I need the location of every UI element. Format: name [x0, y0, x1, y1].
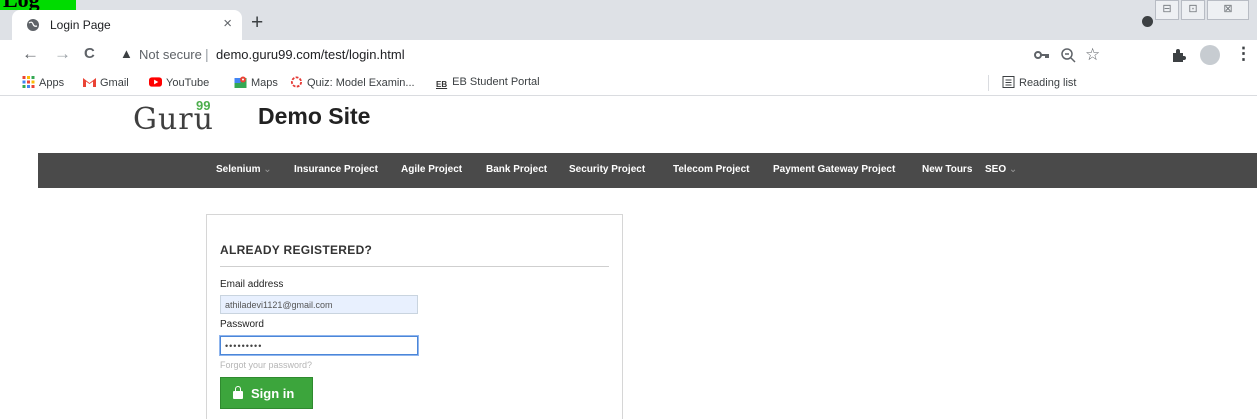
- nav-agile-project[interactable]: Agile Project: [401, 164, 462, 175]
- warning-icon: ▲: [120, 46, 133, 61]
- divider: [220, 266, 609, 267]
- avatar-icon[interactable]: [1200, 45, 1220, 65]
- main-nav: Selenium ⌄ Insurance Project Agile Proje…: [38, 153, 1257, 188]
- lock-icon: [233, 385, 243, 399]
- nav-insurance-project[interactable]: Insurance Project: [294, 164, 378, 175]
- bookmark-youtube[interactable]: YouTube: [149, 76, 209, 89]
- minimize-icon[interactable]: ⊟: [1155, 0, 1179, 20]
- tab-title: Login Page: [50, 18, 111, 32]
- profile-indicator-icon[interactable]: [1142, 16, 1153, 27]
- bookmark-gmail[interactable]: Gmail: [83, 76, 129, 89]
- zoom-icon[interactable]: [1060, 47, 1076, 63]
- bookmarks-bar: Apps Gmail YouTube Maps Quiz: Model Exam…: [0, 70, 1257, 96]
- nav-bank-project[interactable]: Bank Project: [486, 164, 547, 175]
- forward-icon[interactable]: →: [54, 44, 71, 64]
- restore-icon[interactable]: ⊡: [1181, 0, 1205, 20]
- back-icon[interactable]: ←: [22, 44, 39, 64]
- nav-payment-gateway-project[interactable]: Payment Gateway Project: [773, 164, 895, 175]
- globe-icon: [27, 19, 39, 31]
- key-icon[interactable]: [1034, 49, 1050, 61]
- site-title: Demo Site: [258, 103, 371, 129]
- password-field[interactable]: [220, 336, 418, 355]
- chevron-down-icon: ⌄: [1008, 164, 1018, 175]
- bookmarks-divider: [988, 75, 989, 91]
- tab-close-icon[interactable]: ×: [223, 15, 232, 32]
- email-field[interactable]: [220, 295, 418, 314]
- reload-icon[interactable]: C: [84, 44, 95, 64]
- nav-security-project[interactable]: Security Project: [569, 164, 645, 175]
- chevron-down-icon: ⌄: [263, 164, 272, 175]
- nav-new-tours[interactable]: New Tours: [922, 164, 972, 175]
- browser-toolbar: ← → C ▲ Not secure | demo.guru99.com/tes…: [0, 40, 1257, 70]
- tab-login-page[interactable]: Login Page ×: [12, 10, 242, 40]
- sign-in-button[interactable]: Sign in: [220, 377, 313, 409]
- maps-icon: [234, 76, 247, 88]
- reading-list[interactable]: Reading list: [1002, 76, 1076, 89]
- bookmark-quiz[interactable]: Quiz: Model Examin...: [290, 76, 415, 89]
- nav-seo[interactable]: SEO ⌄: [985, 164, 1017, 175]
- address-bar[interactable]: ▲ Not secure | demo.guru99.com/test/logi…: [112, 43, 1127, 67]
- bookmark-maps[interactable]: Maps: [234, 76, 278, 89]
- email-label: Email address: [220, 279, 284, 290]
- omnibox-separator: |: [205, 46, 209, 62]
- forgot-password-link[interactable]: Forgot your password?: [220, 360, 312, 370]
- reading-list-icon: [1002, 76, 1015, 88]
- corner-mark: Log: [0, 0, 76, 10]
- youtube-icon: [149, 77, 162, 87]
- eb-icon: EB: [436, 80, 448, 89]
- panel-heading: ALREADY REGISTERED?: [220, 243, 373, 257]
- url-text[interactable]: demo.guru99.com/test/login.html: [216, 47, 405, 62]
- login-panel: ALREADY REGISTERED? Email address Passwo…: [206, 214, 623, 419]
- extensions-icon[interactable]: [1171, 48, 1186, 63]
- logo-superscript: 99: [196, 98, 211, 113]
- close-window-icon[interactable]: ⊠: [1207, 0, 1249, 20]
- new-tab-icon[interactable]: +: [251, 10, 263, 36]
- apps-grid-icon: [22, 76, 35, 88]
- nav-selenium[interactable]: Selenium ⌄: [216, 164, 272, 175]
- star-icon[interactable]: ☆: [1085, 45, 1100, 65]
- nav-telecom-project[interactable]: Telecom Project: [673, 164, 750, 175]
- bookmark-eb-student-portal[interactable]: EB EB Student Portal: [436, 76, 540, 92]
- security-label: Not secure: [139, 47, 202, 62]
- quiz-icon: [290, 76, 303, 88]
- menu-icon[interactable]: ⋮: [1235, 44, 1252, 64]
- tab-strip: Log Login Page × + ⊟ ⊡ ⊠: [0, 0, 1257, 40]
- gmail-icon: [83, 78, 96, 87]
- password-label: Password: [220, 319, 264, 330]
- bookmark-apps[interactable]: Apps: [22, 76, 64, 89]
